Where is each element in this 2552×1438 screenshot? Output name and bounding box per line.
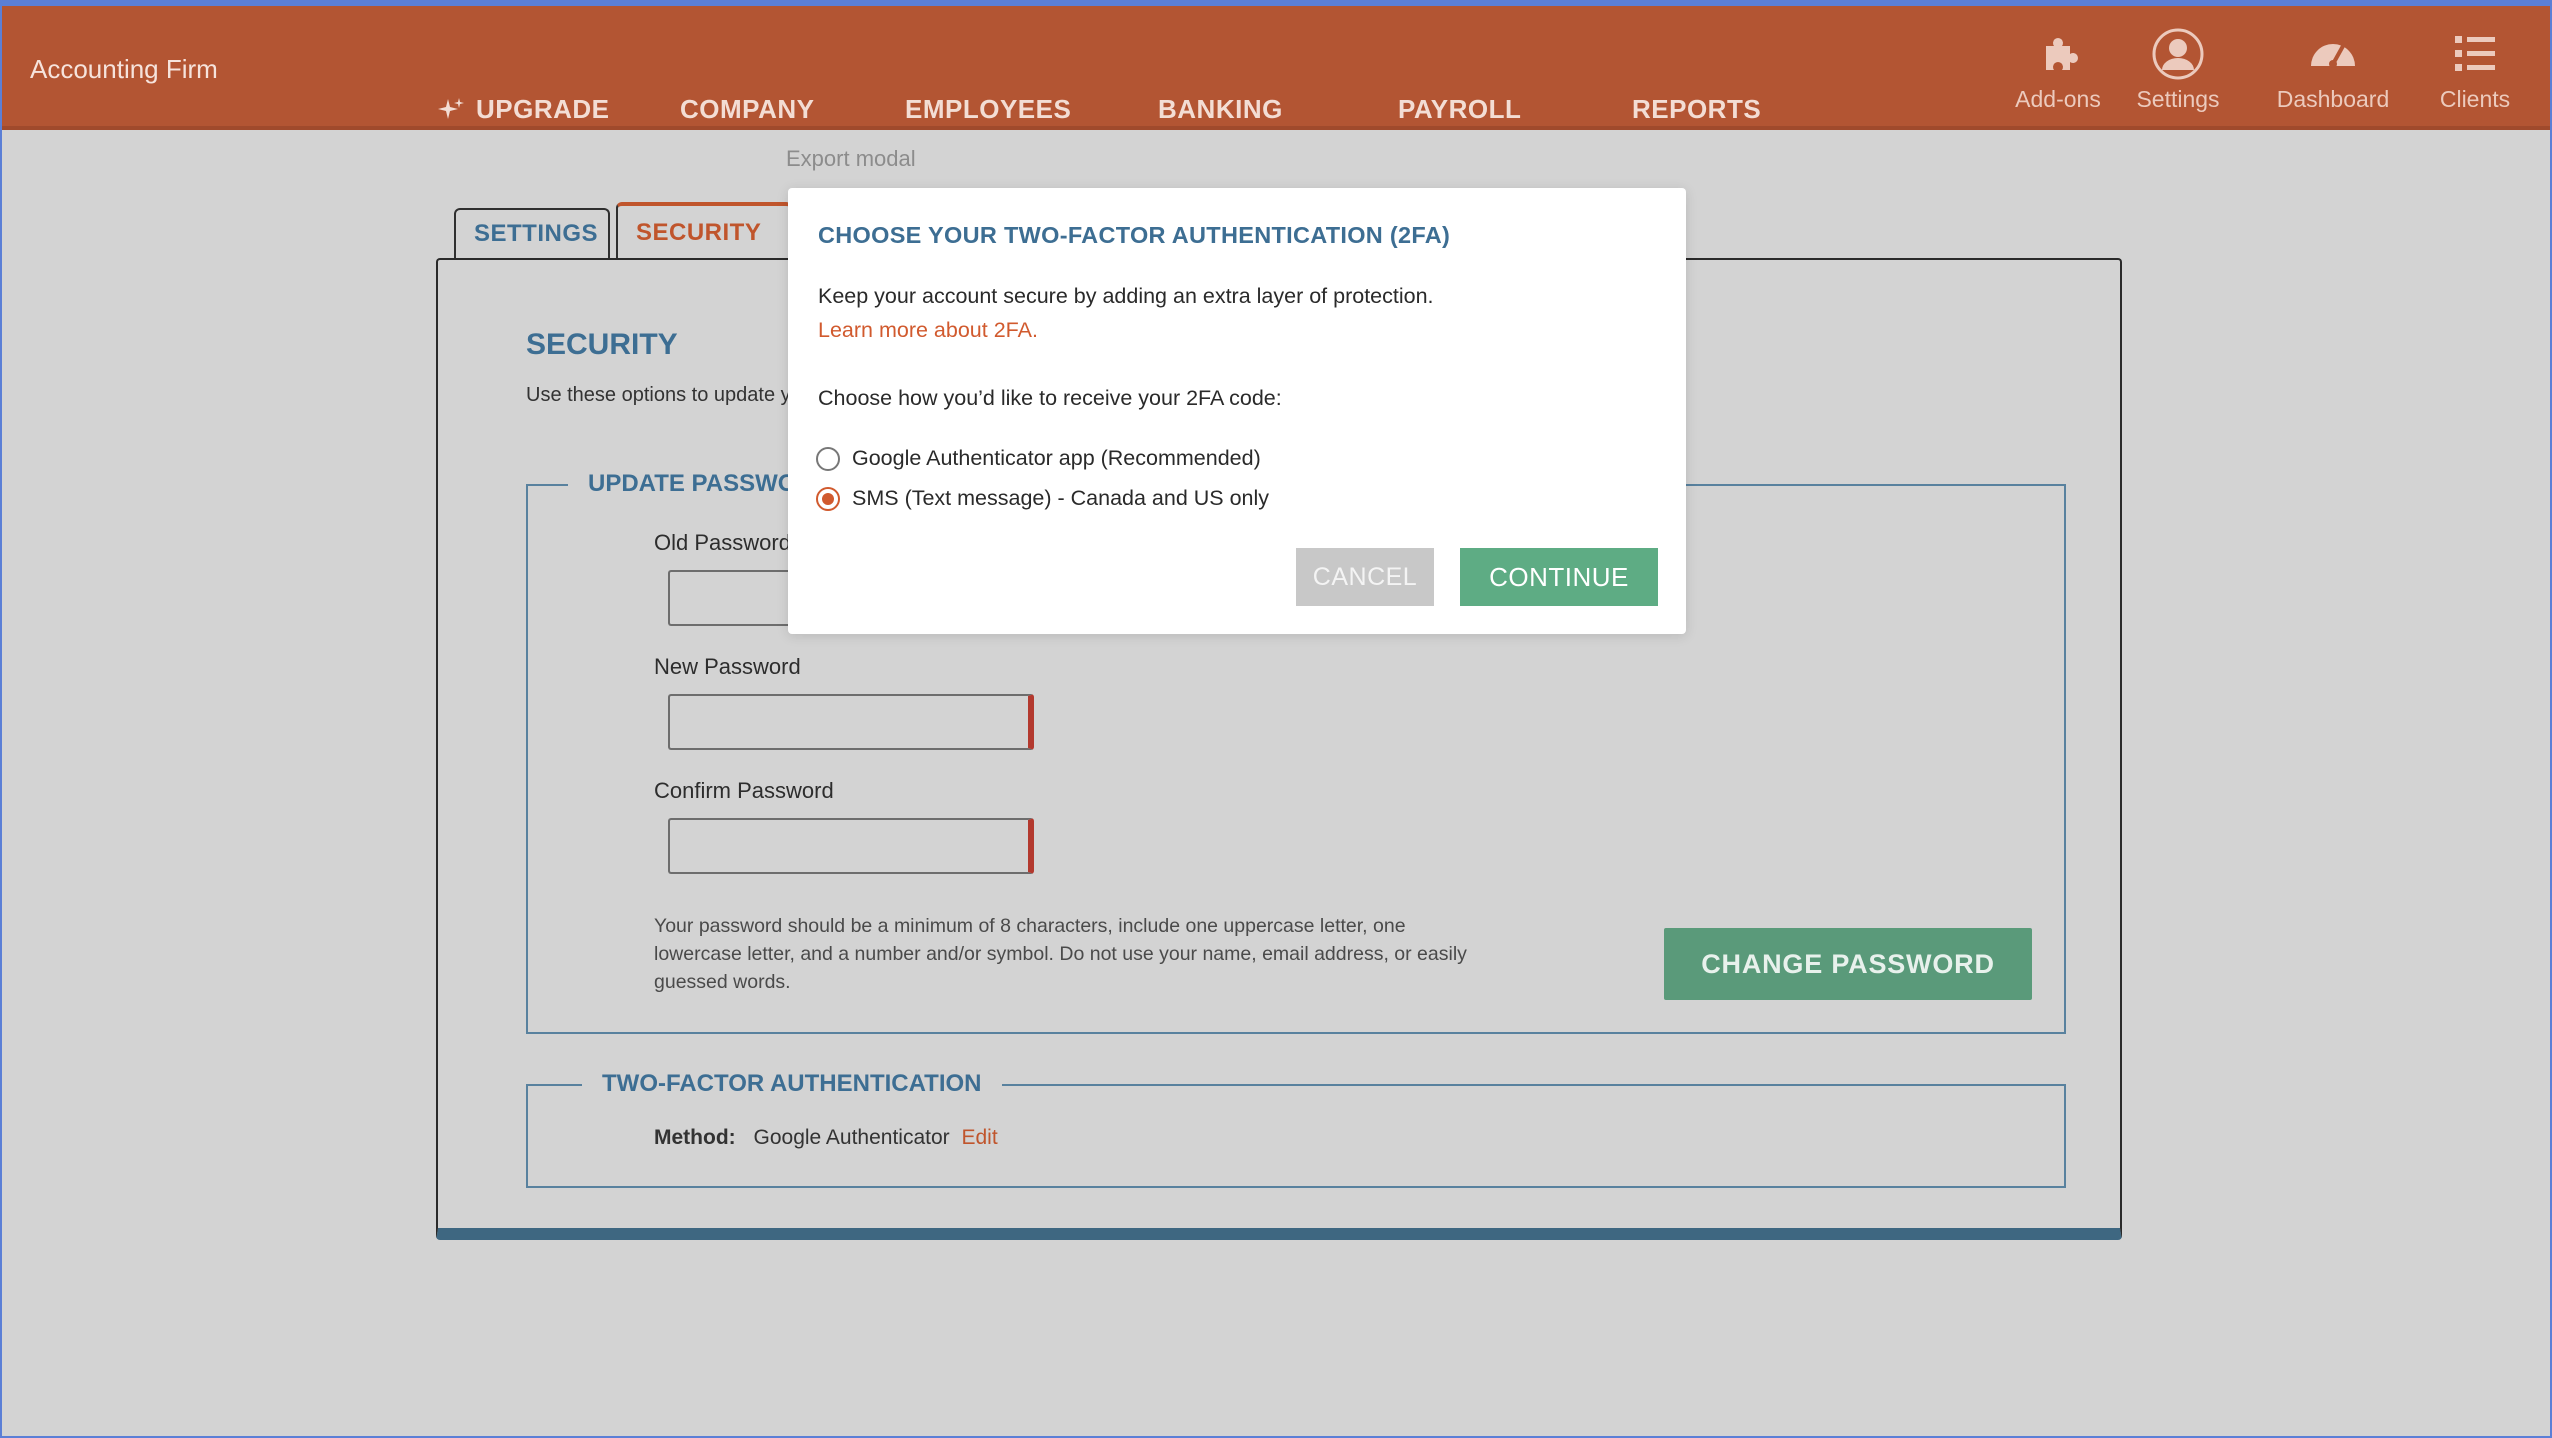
confirm-password-label: Confirm Password xyxy=(654,778,834,803)
nav-payroll[interactable]: PAYROLL xyxy=(1398,94,1521,125)
clients-button[interactable]: Clients xyxy=(2430,28,2520,113)
addons-label: Add-ons xyxy=(2015,86,2101,112)
top-nav-bar: Accounting Firm UPGRADE COMPANY EMPLOYEE… xyxy=(2,2,2550,130)
modal-prompt: Choose how you’d like to receive your 2F… xyxy=(818,386,1282,410)
dashboard-label: Dashboard xyxy=(2276,86,2390,112)
nav-company[interactable]: COMPANY xyxy=(680,94,814,125)
two-factor-heading: TWO-FACTOR AUTHENTICATION xyxy=(582,1070,1002,1098)
nav-banking[interactable]: BANKING xyxy=(1158,94,1283,125)
option-google-label: Google Authenticator app (Recommended) xyxy=(852,446,1261,470)
nav-reports[interactable]: REPORTS xyxy=(1632,94,1761,125)
gauge-icon xyxy=(2311,44,2355,68)
nav-upgrade[interactable]: UPGRADE xyxy=(436,94,610,125)
tab-settings[interactable]: SETTINGS xyxy=(454,208,610,260)
method-value: Google Authenticator xyxy=(753,1126,950,1149)
modal-description: Keep your account secure by adding an ex… xyxy=(818,284,1434,308)
two-factor-section: TWO-FACTOR AUTHENTICATION Method: Google… xyxy=(526,1070,2066,1188)
modal-title: CHOOSE YOUR TWO-FACTOR AUTHENTICATION (2… xyxy=(818,222,1451,248)
new-password-field[interactable] xyxy=(668,694,1034,750)
confirm-password-field[interactable] xyxy=(668,818,1034,874)
dashboard-button[interactable]: Dashboard xyxy=(2268,28,2398,113)
addons-button[interactable]: Add-ons xyxy=(2010,28,2106,113)
clients-label: Clients xyxy=(2439,86,2511,112)
continue-button[interactable]: CONTINUE xyxy=(1460,548,1658,606)
sparkle-icon xyxy=(438,97,464,119)
method-label: Method: xyxy=(654,1126,736,1149)
radio-sms[interactable] xyxy=(816,486,840,511)
option-sms[interactable]: SMS (Text message) - Canada and US only xyxy=(816,486,1269,511)
cancel-button[interactable]: CANCEL xyxy=(1296,548,1434,606)
password-hint: Your password should be a minimum of 8 c… xyxy=(654,915,1467,993)
option-google-authenticator[interactable]: Google Authenticator app (Recommended) xyxy=(816,446,1261,471)
page-description: Use these options to update y xyxy=(526,384,791,406)
radio-google-authenticator[interactable] xyxy=(816,446,840,471)
option-sms-label: SMS (Text message) - Canada and US only xyxy=(852,486,1270,510)
old-password-label: Old Password xyxy=(654,530,791,555)
export-modal-label: Export modal xyxy=(786,146,916,171)
edit-method-link[interactable]: Edit xyxy=(961,1126,997,1149)
puzzle-icon xyxy=(2046,38,2078,70)
nav-upgrade-label: UPGRADE xyxy=(476,94,610,124)
two-factor-modal: CHOOSE YOUR TWO-FACTOR AUTHENTICATION (2… xyxy=(788,188,1686,634)
learn-more-link[interactable]: Learn more about 2FA. xyxy=(818,318,1038,343)
tab-security[interactable]: SECURITY xyxy=(616,202,792,262)
page-title: SECURITY xyxy=(526,328,678,361)
settings-button[interactable]: Settings xyxy=(2128,28,2228,113)
list-icon xyxy=(2455,36,2495,71)
new-password-label: New Password xyxy=(654,654,801,679)
method-row: Method: Google Authenticator Edit xyxy=(654,1126,998,1150)
brand-name[interactable]: Accounting Firm xyxy=(30,54,218,85)
nav-employees[interactable]: EMPLOYEES xyxy=(905,94,1071,125)
change-password-button[interactable]: CHANGE PASSWORD xyxy=(1664,928,2032,1000)
settings-label: Settings xyxy=(2136,86,2220,112)
user-avatar-icon xyxy=(2152,28,2204,80)
